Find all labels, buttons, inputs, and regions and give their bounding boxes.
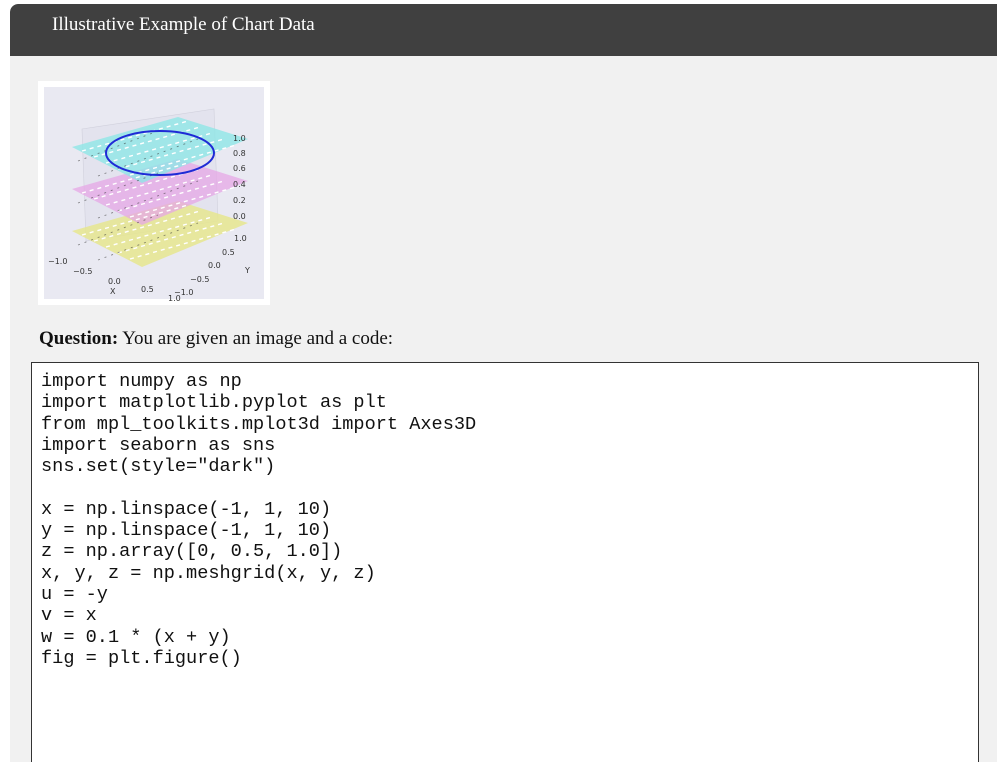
y-axis-label: Y — [244, 266, 250, 275]
code-block: import numpy as np import matplotlib.pyp… — [31, 362, 979, 762]
code-line: z = np.array([0, 0.5, 1.0]) — [41, 541, 343, 563]
x-tick: 0.0 — [108, 277, 121, 286]
z-tick: 0.8 — [233, 149, 246, 158]
question-text: Question: You are given an image and a c… — [39, 328, 393, 350]
z-tick: 0.2 — [233, 196, 246, 205]
code-line: w = 0.1 * (x + y) — [41, 626, 231, 648]
quiver-3d-plot: 1.0 0.8 0.6 0.4 0.2 0.0 1.0 0.5 0.0 −0.5… — [44, 87, 264, 303]
chart-thumbnail: 1.0 0.8 0.6 0.4 0.2 0.0 1.0 0.5 0.0 −0.5… — [38, 81, 270, 305]
question-label: Question: — [39, 328, 119, 349]
x-tick: −0.5 — [73, 267, 92, 276]
z-tick: 0.0 — [233, 212, 246, 221]
card-title: Illustrative Example of Chart Data — [52, 14, 315, 35]
code-line: import matplotlib.pyplot as plt — [41, 392, 387, 414]
code-line: v = x — [41, 605, 97, 627]
code-line: u = -y — [41, 583, 108, 605]
code-line: fig = plt.figure() — [41, 647, 242, 669]
question-body: You are given an image and a code: — [118, 328, 394, 349]
code-line: sns.set(style="dark") — [41, 456, 276, 478]
x-tick: −1.0 — [48, 257, 67, 266]
code-line: x, y, z = np.meshgrid(x, y, z) — [41, 562, 376, 584]
y-tick: −0.5 — [190, 275, 209, 284]
y-tick: 1.0 — [234, 234, 247, 243]
code-line: from mpl_toolkits.mplot3d import Axes3D — [41, 413, 477, 435]
code-line: x = np.linspace(-1, 1, 10) — [41, 498, 332, 520]
x-tick: 1.0 — [168, 294, 181, 303]
z-tick: 1.0 — [233, 134, 246, 143]
z-tick: 0.4 — [233, 180, 246, 189]
code-line: import numpy as np — [41, 371, 242, 392]
code-line: y = np.linspace(-1, 1, 10) — [41, 520, 332, 542]
y-tick: 0.5 — [222, 248, 235, 257]
code-line: import seaborn as sns — [41, 434, 276, 456]
y-tick: 0.0 — [208, 261, 221, 270]
z-tick: 0.6 — [233, 164, 246, 173]
x-axis-label: X — [110, 287, 116, 296]
x-tick: 0.5 — [141, 285, 154, 294]
code-lines: import numpy as np import matplotlib.pyp… — [41, 371, 476, 669]
